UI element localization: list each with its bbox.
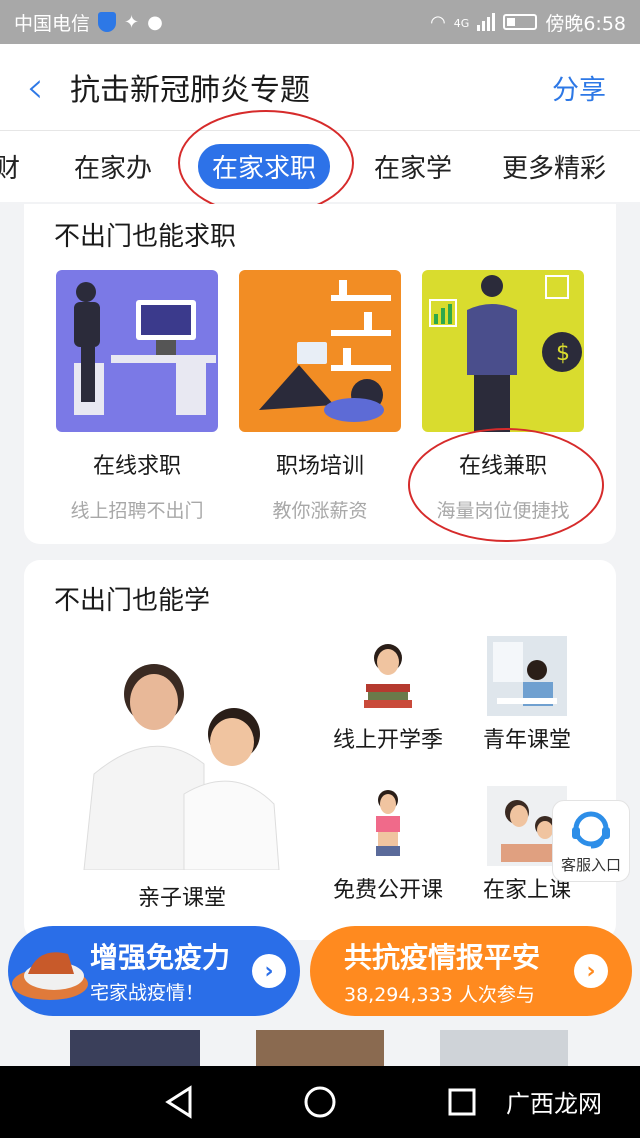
status-bar: 中国电信 ✦ ● ◠ 4G 傍晚6:58 [0, 0, 640, 44]
job-item-online-search[interactable]: 在线求职 线上招聘不出门 [56, 270, 218, 523]
learn-card: 不出门也能学 亲子课堂 线上开学季 青年课堂 免费公开课 在家上课 [24, 560, 616, 940]
page-title: 抗击新冠肺炎专题 [70, 73, 310, 108]
job-item-label: 在线求职 [92, 454, 181, 479]
watermark-text: 广西龙网 [506, 1090, 602, 1118]
participant-suffix: 人次参与 [458, 984, 535, 1006]
annotation-circle-part-time [408, 428, 604, 542]
parent-child-photo [83, 664, 280, 871]
slipper-icon [12, 952, 88, 1000]
status-time: 傍晚6:58 [545, 12, 626, 35]
battery-icon [503, 14, 538, 30]
header: ‹ 抗击新冠肺炎专题 分享 [0, 44, 640, 130]
carrier-label: 中国电信 [14, 12, 91, 35]
network-type-label: 4G [453, 16, 470, 30]
banner-title: 增强免疫力 [90, 941, 231, 974]
signal-icon [477, 13, 496, 31]
svg-text:$: $ [556, 341, 570, 366]
banner-subtitle: 宅家战疫情！ [90, 982, 205, 1004]
headset-icon [572, 811, 610, 849]
shield-icon [98, 12, 117, 32]
learn-item-label: 青年课堂 [482, 728, 571, 753]
jobs-section-title: 不出门也能求职 [54, 222, 237, 252]
job-item-sub: 教你涨薪资 [272, 500, 368, 522]
banner-title: 共抗疫情报平安 [344, 941, 541, 974]
tab-work-from-home[interactable]: 在家办 [74, 148, 152, 185]
chevron-right-icon: › [252, 954, 286, 988]
learn-item-label: 免费公开课 [332, 878, 443, 903]
online-job-illustration [56, 270, 218, 432]
online-school-photo [364, 644, 412, 708]
report-safety-banner[interactable]: 共抗疫情报平安 38,294,333 人次参与 › [310, 926, 632, 1016]
tab-finance[interactable]: 财 [0, 148, 20, 185]
learn-item-label: 线上开学季 [332, 728, 443, 753]
thumbnail-preview[interactable] [440, 1030, 568, 1066]
share-button[interactable]: 分享 [552, 68, 606, 107]
customer-service-button[interactable]: 客服入口 [552, 800, 630, 882]
learn-item-parent-child[interactable]: 亲子课堂 [74, 654, 290, 912]
pay-icon: ✦ [124, 11, 140, 33]
wifi-icon: ◠ [430, 11, 446, 33]
thumbnail-preview[interactable] [256, 1030, 384, 1066]
home-nav-icon[interactable] [304, 1086, 336, 1118]
job-item-sub: 线上招聘不出门 [70, 500, 204, 522]
thumbnail-preview[interactable] [70, 1030, 200, 1066]
learn-item-youth-class[interactable]: 青年课堂 [472, 636, 582, 754]
system-nav-bar: 广西龙网 [0, 1066, 640, 1138]
learn-item-open-course[interactable]: 免费公开课 [326, 786, 450, 904]
learn-item-online-school[interactable]: 线上开学季 [326, 636, 450, 754]
annotation-circle-tab [178, 110, 354, 216]
learn-section-title: 不出门也能学 [54, 586, 211, 616]
training-illustration [239, 270, 401, 432]
job-item-training[interactable]: 职场培训 教你涨薪资 [239, 270, 401, 523]
customer-service-label: 客服入口 [560, 856, 621, 874]
immunity-banner[interactable]: 增强免疫力 宅家战疫情！ › [8, 926, 300, 1016]
tab-home-study[interactable]: 在家学 [374, 148, 452, 185]
banner-participants: 38,294,333 人次参与 [344, 980, 535, 1007]
back-button[interactable]: ‹ [0, 44, 70, 130]
open-course-photo [376, 790, 400, 856]
youth-class-photo [487, 636, 567, 716]
back-nav-icon[interactable] [165, 1085, 192, 1119]
watermark-logo: 广西龙网 [506, 1084, 602, 1119]
participant-count: 38,294,333 [344, 984, 453, 1006]
recents-nav-icon[interactable] [448, 1088, 476, 1116]
job-item-label: 职场培训 [275, 454, 364, 479]
wechat-icon: ● [147, 11, 163, 33]
chevron-left-icon: ‹ [26, 61, 44, 113]
learn-item-label: 亲子课堂 [137, 886, 226, 911]
chevron-right-icon: › [574, 954, 608, 988]
part-time-illustration: $ [422, 270, 584, 432]
tab-more[interactable]: 更多精彩 [502, 148, 606, 185]
